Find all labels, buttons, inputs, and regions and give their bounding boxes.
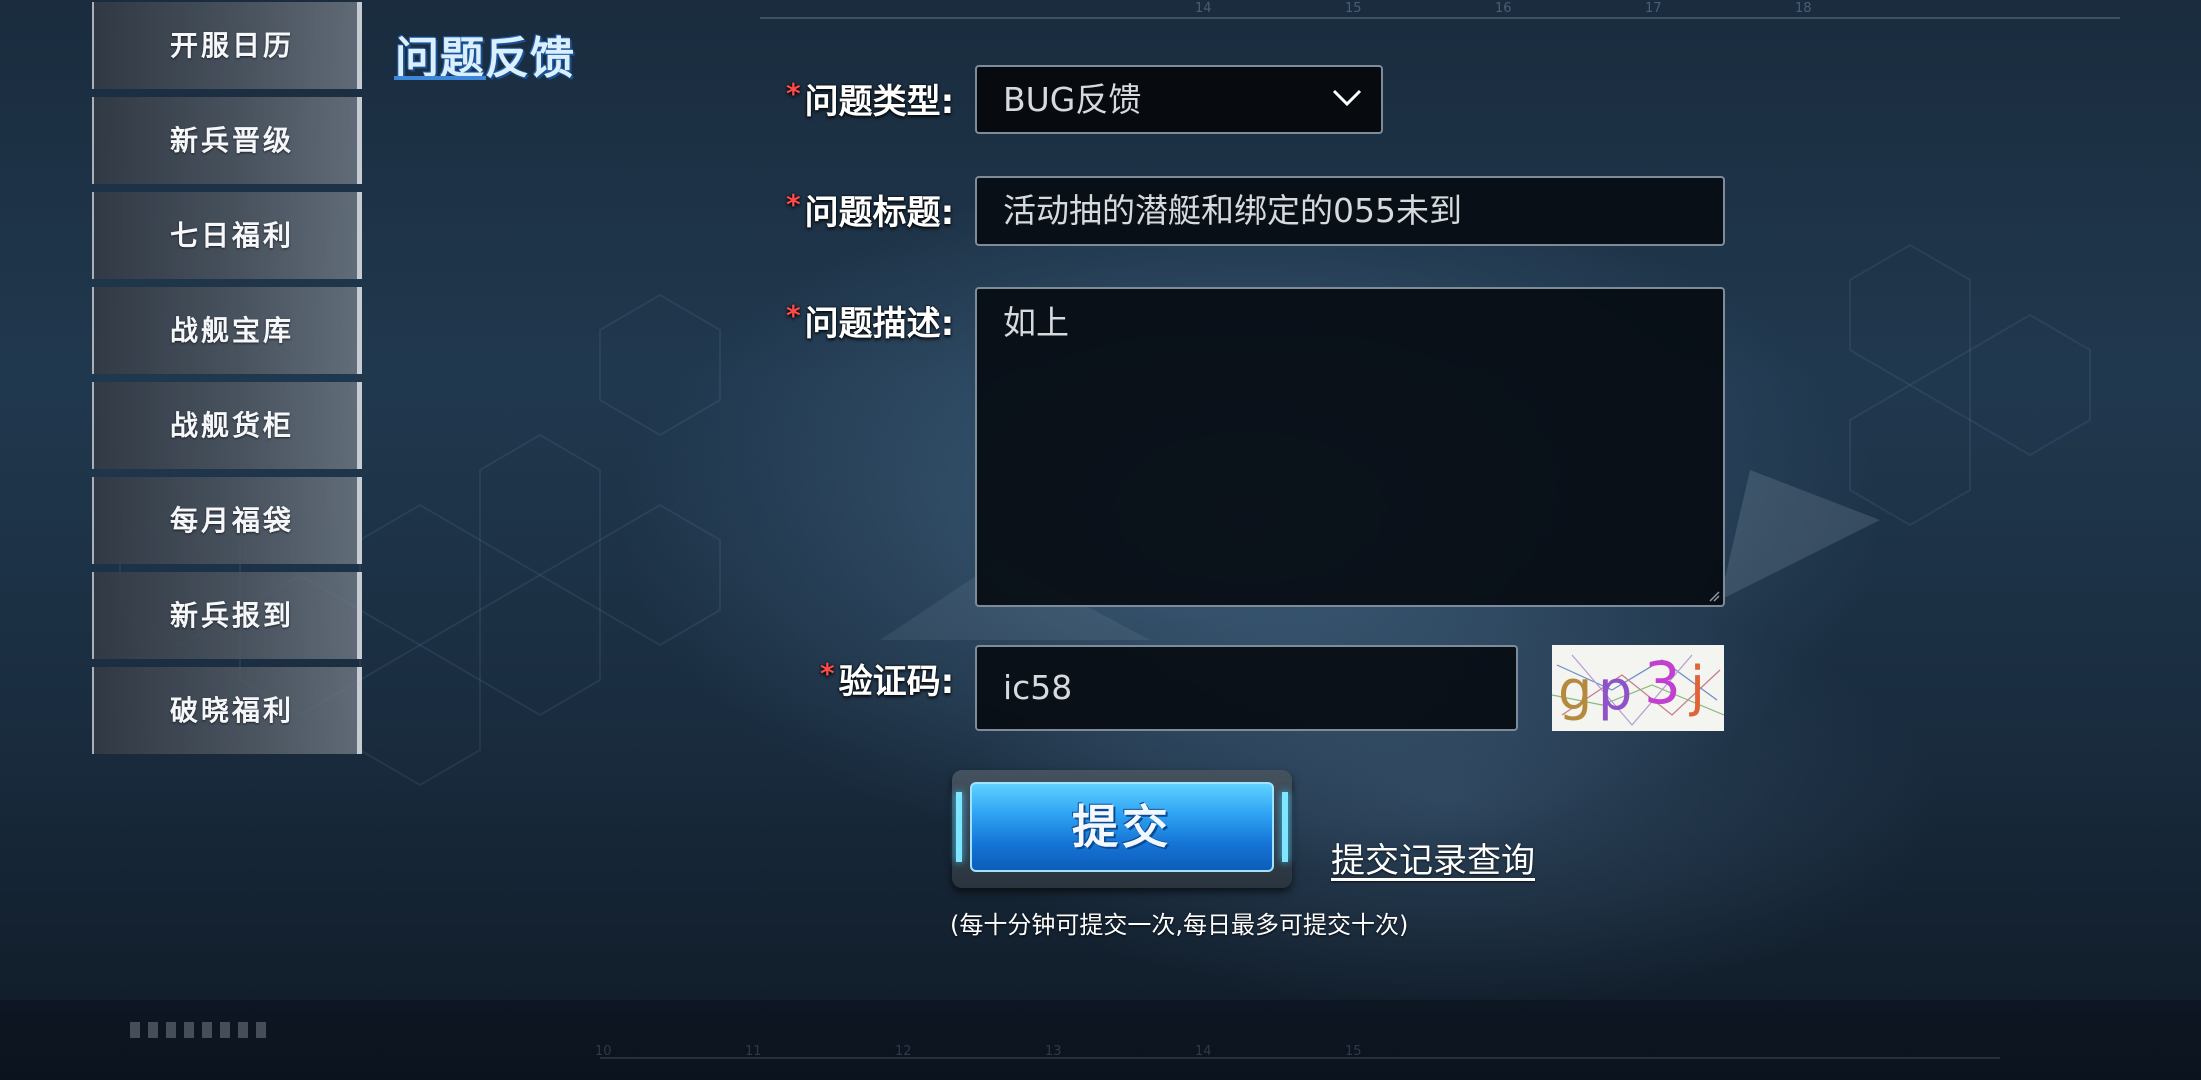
required-mark: * xyxy=(786,77,801,110)
captcha-image[interactable]: g p 3 j xyxy=(1552,645,1724,731)
sidebar-item-label: 开服日历 xyxy=(170,29,295,62)
required-mark: * xyxy=(786,299,801,332)
captcha-char: j xyxy=(1689,655,1705,718)
svg-text:15: 15 xyxy=(1345,1,1362,16)
title-underline xyxy=(394,76,486,80)
problem-title-input[interactable]: 活动抽的潜艇和绑定的055未到 xyxy=(975,176,1725,246)
svg-text:18: 18 xyxy=(1795,1,1812,16)
sidebar-item-recruit-checkin[interactable]: 新兵报到 xyxy=(92,572,362,659)
description-label: * 问题描述: xyxy=(786,299,955,344)
captcha-char: g xyxy=(1558,659,1592,722)
problem-description-value: 如上 xyxy=(1003,303,1069,342)
submit-button[interactable]: 提交 xyxy=(952,770,1292,888)
captcha-char: p xyxy=(1598,659,1632,722)
captcha-label: * 验证码: xyxy=(820,657,955,702)
submit-button-label: 提交 xyxy=(1072,800,1172,854)
svg-text:16: 16 xyxy=(1495,1,1512,16)
svg-text:13: 13 xyxy=(1045,1044,1062,1059)
required-mark: * xyxy=(820,657,835,690)
problem-type-select[interactable]: BUG反馈 xyxy=(975,65,1383,134)
captcha-char: 3 xyxy=(1644,649,1681,717)
resize-handle-icon[interactable] xyxy=(1708,590,1720,602)
submission-history-link[interactable]: 提交记录查询 xyxy=(1331,833,1535,882)
problem-description-textarea[interactable]: 如上 xyxy=(975,287,1725,607)
required-mark: * xyxy=(786,188,801,221)
captcha-input[interactable]: ic58 xyxy=(975,645,1518,731)
title-label: * 问题标题: xyxy=(786,188,955,233)
chevron-down-icon xyxy=(1332,89,1362,107)
sidebar-item-dawn-rewards[interactable]: 破晓福利 xyxy=(92,667,362,754)
svg-text:11: 11 xyxy=(745,1044,762,1059)
submit-limit-hint: (每十分钟可提交一次,每日最多可提交十次) xyxy=(950,911,1409,939)
sidebar-item-seven-day-rewards[interactable]: 七日福利 xyxy=(92,192,362,279)
svg-text:10: 10 xyxy=(595,1044,612,1059)
sidebar-item-warship-container[interactable]: 战舰货柜 xyxy=(92,382,362,469)
sidebar-item-label: 新兵报到 xyxy=(170,599,295,632)
sidebar-nav: 开服日历 新兵晋级 七日福利 战舰宝库 战舰货柜 每月福袋 新兵报到 破晓福利 xyxy=(92,2,364,762)
sidebar-item-label: 战舰宝库 xyxy=(170,314,295,347)
problem-type-value: BUG反馈 xyxy=(1003,80,1142,119)
sidebar-item-label: 七日福利 xyxy=(170,219,295,252)
type-label: * 问题类型: xyxy=(786,77,955,122)
svg-text:14: 14 xyxy=(1195,1,1212,16)
sidebar-item-label: 破晓福利 xyxy=(170,694,295,727)
sidebar-item-label: 每月福袋 xyxy=(170,504,295,537)
sidebar-item-recruit-promotion[interactable]: 新兵晋级 xyxy=(92,97,362,184)
sidebar-item-label: 新兵晋级 xyxy=(170,124,295,157)
sidebar-item-monthly-bag[interactable]: 每月福袋 xyxy=(92,477,362,564)
svg-text:12: 12 xyxy=(895,1044,912,1059)
svg-text:15: 15 xyxy=(1345,1044,1362,1059)
sidebar-item-label: 战舰货柜 xyxy=(170,409,295,442)
svg-text:14: 14 xyxy=(1195,1044,1212,1059)
sidebar-item-server-calendar[interactable]: 开服日历 xyxy=(92,2,362,89)
sidebar-item-warship-treasury[interactable]: 战舰宝库 xyxy=(92,287,362,374)
svg-text:17: 17 xyxy=(1645,1,1662,16)
